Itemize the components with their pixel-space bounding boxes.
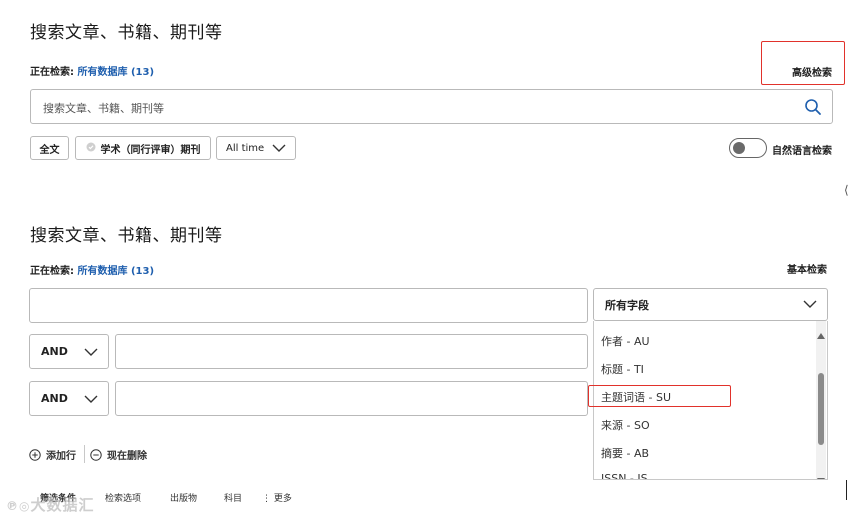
operator-value: AND	[41, 345, 68, 358]
field-option[interactable]: ISSN - IS	[601, 472, 648, 479]
natural-language-toggle[interactable]	[729, 138, 767, 158]
field-select-value: 所有字段	[605, 298, 649, 312]
advanced-search-input-2[interactable]	[115, 334, 588, 369]
advanced-search-link[interactable]: 高级检索	[792, 64, 832, 79]
tab-more[interactable]: ⋮ 更多	[262, 491, 292, 504]
field-option[interactable]: 来源 - SO	[601, 417, 650, 433]
watermark-text: 大数据汇	[30, 496, 95, 514]
database-link[interactable]: 所有数据库 (13)	[77, 266, 154, 277]
search-placeholder: 搜索文章、书籍、期刊等	[43, 102, 164, 115]
tab-more-label: 更多	[273, 494, 292, 504]
basic-search-input[interactable]: 搜索文章、书籍、期刊等	[30, 89, 833, 124]
time-filter-label: All time	[226, 142, 265, 154]
basic-search-link[interactable]: 基本检索	[787, 261, 827, 276]
field-select[interactable]: 所有字段	[593, 288, 828, 321]
advanced-search-input-1[interactable]	[29, 288, 588, 323]
field-option[interactable]: 摘要 - AB	[601, 445, 649, 461]
delete-row-label: 现在删除	[107, 451, 147, 462]
scroll-down-icon[interactable]	[817, 469, 825, 479]
add-row-label: 添加行	[46, 451, 76, 462]
basic-searching-line: 正在检索: 所有数据库 (13)	[30, 63, 154, 78]
operator-value: AND	[41, 392, 68, 405]
natural-language-label: 自然语言检索	[772, 146, 832, 157]
basic-search-title: 搜索文章、书籍、期刊等	[30, 23, 223, 43]
fulltext-filter[interactable]: 全文	[30, 136, 69, 160]
check-circle-icon	[86, 142, 96, 155]
operator-select-1[interactable]: AND	[29, 334, 109, 369]
divider	[84, 445, 85, 463]
tab-subjects[interactable]: 科目	[224, 491, 242, 504]
searching-prefix: 正在检索:	[30, 266, 74, 277]
subject-option-highlight	[588, 385, 731, 407]
side-arrow-icon[interactable]: ⟨	[844, 183, 849, 197]
advanced-search-title: 搜索文章、书籍、期刊等	[30, 226, 223, 246]
delete-row-button[interactable]: 现在删除	[90, 447, 147, 462]
chevron-down-icon	[272, 143, 286, 156]
advanced-search-input-3[interactable]	[115, 381, 588, 416]
add-row-button[interactable]: 添加行	[29, 447, 76, 462]
peer-reviewed-label: 学术（同行评审）期刊	[100, 144, 201, 156]
chevron-down-icon	[803, 299, 817, 312]
watermark-logo: ℗◎大数据汇	[6, 496, 95, 514]
scrollbar-thumb[interactable]	[818, 373, 824, 445]
database-link[interactable]: 所有数据库 (13)	[77, 67, 154, 78]
peer-reviewed-filter[interactable]: 学术（同行评审）期刊	[75, 136, 211, 160]
tab-search-options[interactable]: 检索选项	[105, 491, 141, 504]
time-filter-dropdown[interactable]: All time	[216, 136, 296, 160]
tab-publications[interactable]: 出版物	[170, 491, 197, 504]
text-cursor	[846, 480, 847, 500]
plus-circle-icon	[29, 448, 41, 461]
search-icon[interactable]	[804, 98, 822, 120]
advanced-searching-line: 正在检索: 所有数据库 (13)	[30, 262, 154, 277]
field-option[interactable]: 作者 - AU	[601, 333, 650, 349]
chevron-down-icon	[84, 347, 98, 360]
fulltext-label: 全文	[39, 144, 60, 156]
scroll-up-icon[interactable]	[817, 324, 825, 343]
field-option[interactable]: 标题 - TI	[601, 361, 644, 377]
chevron-down-icon	[84, 394, 98, 407]
minus-circle-icon	[90, 448, 102, 461]
searching-prefix: 正在检索:	[30, 67, 74, 78]
operator-select-2[interactable]: AND	[29, 381, 109, 416]
